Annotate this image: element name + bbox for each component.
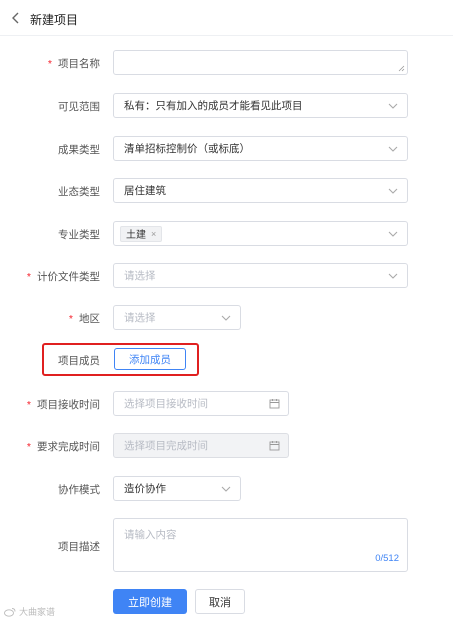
chevron-down-icon [388, 146, 398, 152]
visibility-select[interactable]: 私有：只有加入的成员才能看见此项目 [113, 93, 408, 118]
back-arrow-icon[interactable] [10, 11, 22, 25]
char-counter: 0/512 [375, 553, 399, 564]
description-label: 项目描述 [58, 541, 100, 553]
receive-time-picker[interactable]: 选择项目接收时间 [113, 391, 289, 416]
form-row-deadline: * 要求完成时间 选择项目完成时间 [0, 433, 453, 458]
form-row-business-type: 业态类型 居住建筑 [0, 178, 453, 203]
chevron-down-icon [388, 103, 398, 109]
resize-handle-icon[interactable] [398, 65, 405, 72]
form-row-project-name: * 项目名称 [0, 50, 453, 75]
visibility-label: 可见范围 [58, 101, 100, 113]
add-member-button[interactable]: 添加成员 [114, 348, 186, 370]
project-name-label: * 项目名称 [47, 58, 100, 70]
specialty-type-label: 专业类型 [58, 229, 100, 241]
chevron-down-icon [388, 231, 398, 237]
form-row-result-type: 成果类型 清单招标控制价（或标底） [0, 136, 453, 161]
watermark: 大曲家谱 [4, 605, 55, 618]
specialty-tag: 土建 × [120, 225, 163, 242]
form-row-collab-mode: 协作模式 造价协作 [0, 476, 453, 501]
members-label: 项目成员 [58, 355, 100, 367]
region-select[interactable]: 请选择 [113, 305, 241, 330]
deadline-picker[interactable]: 选择项目完成时间 [113, 433, 289, 458]
collab-mode-label: 协作模式 [58, 484, 100, 496]
description-textarea[interactable]: 请输入内容 0/512 [113, 518, 408, 572]
business-type-label: 业态类型 [58, 186, 100, 198]
pricing-file-type-select[interactable]: 请选择 [113, 263, 408, 288]
calendar-icon [269, 440, 280, 450]
business-type-select[interactable]: 居住建筑 [113, 178, 408, 203]
chevron-down-icon [388, 273, 398, 279]
form-row-pricing-file-type: * 计价文件类型 请选择 [0, 263, 453, 288]
region-label: * 地区 [68, 313, 100, 325]
pricing-file-type-label: * 计价文件类型 [26, 271, 100, 283]
result-type-select[interactable]: 清单招标控制价（或标底） [113, 136, 408, 161]
cancel-button[interactable]: 取消 [195, 589, 245, 614]
specialty-type-select[interactable]: 土建 × [113, 221, 408, 246]
create-button[interactable]: 立即创建 [113, 589, 187, 614]
form-row-receive-time: * 项目接收时间 选择项目接收时间 [0, 391, 453, 416]
receive-time-label: * 项目接收时间 [26, 399, 100, 411]
collab-mode-select[interactable]: 造价协作 [113, 476, 241, 501]
result-type-label: 成果类型 [58, 144, 100, 156]
chevron-down-icon [221, 486, 231, 492]
tag-remove-icon[interactable]: × [151, 229, 156, 239]
form-row-specialty-type: 专业类型 土建 × [0, 221, 453, 246]
form-row-region: * 地区 请选择 [0, 305, 453, 330]
form-row-visibility: 可见范围 私有：只有加入的成员才能看见此项目 [0, 93, 453, 118]
page-title: 新建项目 [30, 13, 79, 27]
chevron-down-icon [221, 315, 231, 321]
deadline-label: * 要求完成时间 [26, 441, 100, 453]
weibo-logo-icon [4, 607, 16, 617]
calendar-icon [269, 398, 280, 408]
form-row-description: 项目描述 请输入内容 0/512 [0, 518, 453, 572]
page-header: 新建项目 [0, 0, 453, 36]
chevron-down-icon [388, 188, 398, 194]
project-name-input[interactable] [113, 50, 408, 75]
